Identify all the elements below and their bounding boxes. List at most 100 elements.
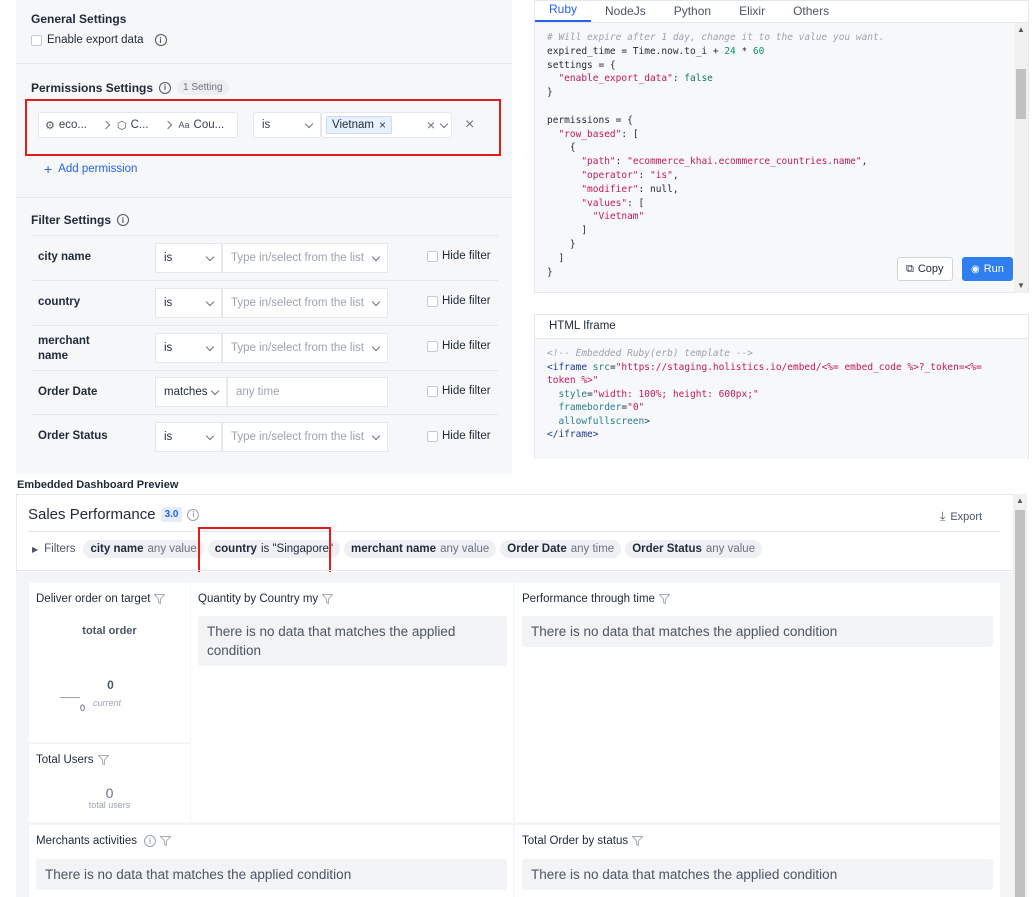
filter-placeholder: Type in/select from the list [231, 431, 364, 443]
divider [31, 414, 498, 415]
model-icon: ⬡ [117, 119, 127, 132]
chevron-right-icon [101, 120, 111, 130]
filter-funnel-icon[interactable] [154, 594, 166, 604]
chevron-right-icon [163, 120, 172, 130]
divider [28, 531, 1000, 532]
remove-tag-icon[interactable]: × [379, 118, 386, 132]
dashboard-title: Sales Performance [28, 506, 156, 523]
filter-value-input[interactable]: Type in/select from the list [222, 422, 388, 452]
hide-filter-option[interactable]: Hide filter [427, 340, 491, 352]
chevron-down-icon [304, 119, 314, 128]
filter-chip-order-date[interactable]: Order Date any time [500, 540, 622, 558]
chevron-down-icon [205, 431, 215, 440]
export-button[interactable]: ⤓ Export [940, 509, 982, 524]
hide-filter-checkbox[interactable] [427, 385, 438, 397]
scroll-up-icon[interactable]: ▲ [1014, 23, 1028, 37]
tab-others[interactable]: Others [779, 4, 843, 22]
widget-title-text: Performance through time [522, 593, 655, 605]
enable-export-option[interactable]: Enable export data i [31, 34, 167, 46]
clear-icon[interactable]: × [427, 117, 435, 133]
chevron-down-icon [205, 297, 215, 306]
hide-filter-checkbox[interactable] [427, 295, 438, 307]
run-icon: ◉ [971, 263, 980, 275]
scrollbar-thumb[interactable] [1015, 510, 1025, 897]
hide-filter-label: Hide filter [442, 295, 491, 307]
widget-merchants-activities: Merchants activities i There is no data … [29, 825, 513, 897]
permission-field-path[interactable]: ⚙ eco... ⬡ C... Aa Cou... [38, 112, 238, 138]
tab-elixir[interactable]: Elixir [725, 4, 779, 22]
info-icon[interactable]: i [143, 835, 156, 847]
general-settings-title: General Settings [31, 12, 127, 26]
value-tag: Vietnam × [326, 116, 392, 134]
filter-label-country: country [38, 296, 81, 308]
filter-settings-header: Filter Settings i [31, 213, 130, 227]
scroll-down-icon[interactable]: ▼ [1014, 279, 1028, 293]
chevron-down-icon [371, 252, 381, 261]
filter-funnel-icon[interactable] [159, 836, 171, 846]
dataset-icon: ⚙ [45, 119, 55, 132]
filter-operator-select[interactable]: is [155, 422, 222, 452]
hide-filter-label: Hide filter [442, 385, 491, 397]
info-icon[interactable]: i [117, 214, 130, 226]
copy-button[interactable]: ⧉ Copy [897, 257, 953, 281]
hide-filter-checkbox[interactable] [427, 340, 438, 352]
filter-operator-select[interactable]: is [155, 333, 222, 363]
add-permission-button[interactable]: + Add permission [44, 161, 137, 177]
filter-settings-title: Filter Settings [31, 213, 112, 227]
filter-chip-city-name[interactable]: city name any value [83, 540, 204, 558]
hide-filter-checkbox[interactable] [427, 250, 438, 262]
run-button[interactable]: ◉ Run [962, 257, 1013, 281]
chevron-down-icon [371, 297, 381, 306]
code-scrollbar[interactable]: ▲ ▼ [1014, 23, 1028, 293]
hide-filter-option[interactable]: Hide filter [427, 385, 491, 397]
tab-ruby[interactable]: Ruby [535, 2, 592, 22]
dashboard-header: Sales Performance 3.0 i [28, 506, 200, 523]
filter-value-input[interactable]: Type in/select from the list [222, 333, 388, 363]
widget-title: Quantity by Country my [198, 593, 334, 605]
filter-funnel-icon[interactable] [322, 594, 334, 604]
info-icon[interactable]: i [154, 34, 167, 46]
filters-toggle[interactable]: ▶ Filters [32, 543, 75, 555]
filter-label-city-name: city name [38, 251, 92, 263]
filter-value-input[interactable]: Type in/select from the list [222, 288, 388, 318]
plus-icon: + [44, 161, 53, 177]
filter-funnel-icon[interactable] [97, 755, 109, 765]
permission-operator-select[interactable]: is [253, 112, 321, 138]
filter-funnel-icon[interactable] [632, 836, 644, 846]
chevron-down-icon [371, 431, 381, 440]
scroll-up-icon[interactable]: ▲ [1013, 496, 1027, 508]
info-icon[interactable]: i [187, 508, 200, 521]
info-icon[interactable]: i [159, 81, 172, 94]
filter-chip-order-status[interactable]: Order Status any value [625, 540, 763, 558]
filter-operator-select[interactable]: is [155, 288, 222, 318]
language-tabs: Ruby NodeJs Python Elixir Others [535, 1, 1028, 23]
permission-values-input[interactable]: Vietnam × × [321, 112, 452, 138]
hide-filter-option[interactable]: Hide filter [427, 295, 491, 307]
filters-label: Filters [44, 543, 76, 555]
widget-title: Performance through time [522, 593, 670, 605]
hide-filter-option[interactable]: Hide filter [427, 430, 491, 442]
operator-value: is [262, 119, 271, 131]
hide-filter-option[interactable]: Hide filter [427, 250, 491, 262]
tab-nodejs[interactable]: NodeJs [591, 4, 660, 22]
dashboard-scrollbar[interactable]: ▲ [1013, 494, 1027, 897]
run-label: Run [983, 263, 1004, 275]
widget-title-text: Quantity by Country my [198, 593, 319, 605]
filter-value-input[interactable]: Type in/select from the list [222, 243, 388, 273]
filter-chip-merchant-name[interactable]: merchant name any value [344, 540, 497, 558]
enable-export-checkbox[interactable] [31, 34, 42, 46]
filter-date-input[interactable]: any time [227, 377, 388, 407]
filter-operator-select[interactable]: is [155, 243, 222, 273]
filter-funnel-icon[interactable] [658, 594, 670, 604]
widget-total-users: Total Users 0 total users [29, 744, 190, 822]
filter-operator-select[interactable]: matches [155, 377, 227, 407]
text-field-icon: Aa [178, 120, 190, 130]
hide-filter-checkbox[interactable] [427, 430, 438, 442]
divider [31, 370, 498, 371]
divider [17, 570, 1013, 571]
widget-title: Total Users [36, 754, 109, 766]
hide-filter-label: Hide filter [442, 340, 491, 352]
tab-python[interactable]: Python [660, 4, 725, 22]
remove-permission-icon[interactable]: × [465, 116, 474, 134]
scrollbar-thumb[interactable] [1016, 69, 1026, 119]
